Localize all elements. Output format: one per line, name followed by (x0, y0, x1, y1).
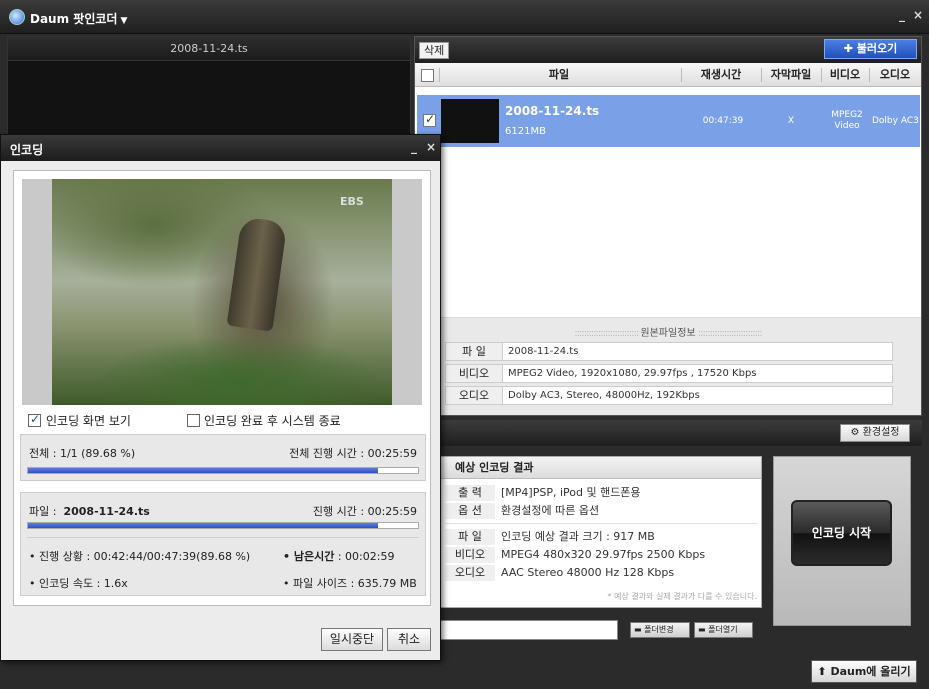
video-thumbnail (441, 99, 499, 143)
result-audio-label: 오디오 (445, 565, 495, 581)
total-progress-box: 전체 : 1/1 (89.68 %) 전체 진행 시간 : 00:25:59 (20, 434, 426, 481)
row-duration: 00:47:39 (702, 116, 744, 126)
shutdown-checkbox[interactable] (187, 414, 200, 427)
plus-icon: ✚ (843, 42, 857, 55)
encoding-dialog: 인코딩 _ × EBS 인코딩 화면 보기 인코딩 완료 후 시스템 종료 전체… (0, 134, 441, 661)
row-checkbox[interactable] (423, 112, 436, 127)
expected-result-title: 예상 인코딩 결과 (441, 457, 761, 479)
result-file-label: 파 일 (445, 529, 495, 545)
info-file-value: 2008-11-24.ts (508, 346, 579, 357)
dialog-title-bar: 인코딩 _ × (1, 135, 440, 161)
file-table-header: 파일 재생시간 자막파일 비디오 오디오 (415, 63, 921, 87)
result-video-value: MPEG4 480x320 29.97fps 2500 Kbps (501, 548, 706, 561)
source-info-title: ::::::::::::::::::::::::::: 원본파일정보 :::::… (574, 328, 763, 339)
file-progress-fill (28, 523, 378, 528)
broadcaster-watermark: EBS (340, 195, 364, 208)
app-title: Daum 팟인코더 (30, 12, 118, 26)
row-video-codec: MPEG2 (831, 110, 863, 120)
info-file-label: 파 일 (446, 343, 503, 360)
title-bar: Daum 팟인코더 ▼ _ × (0, 0, 929, 34)
change-folder-button[interactable]: ▬ 폴더변경 (630, 622, 690, 638)
close-button[interactable]: × (913, 8, 923, 22)
output-label: 출 력 (445, 485, 495, 501)
folder-icon: ▬ (634, 625, 642, 634)
file-progress-label: 파일 : 2008-11-24.ts (29, 505, 150, 518)
file-progress-bar (27, 522, 419, 529)
app-menu-button[interactable]: Daum 팟인코더 ▼ (30, 10, 127, 27)
start-panel: 인코딩 시작 (773, 456, 911, 626)
folder-icon: ▬ (698, 625, 706, 634)
option-value: 환경설정에 따른 옵션 (501, 504, 600, 517)
total-progress-bar (27, 467, 419, 474)
column-audio[interactable]: 오디오 (869, 63, 921, 87)
expected-result-box: 예상 인코딩 결과 출 력 [MP4]PSP, iPod 및 핸드폰용 옵 션 … (440, 456, 762, 608)
remaining-time: • 남은시간 : 00:02:59 (283, 550, 395, 563)
column-file[interactable]: 파일 (439, 63, 679, 87)
total-progress-fill (28, 468, 378, 473)
video-frame-image: EBS (52, 179, 392, 405)
file-progress-box: 파일 : 2008-11-24.ts 진행 시간 : 00:25:59 • 진행… (20, 492, 426, 596)
encoding-preview: EBS (22, 179, 422, 405)
upload-arrow-icon: ⬆ (817, 665, 827, 678)
dropdown-arrow-icon: ▼ (120, 16, 128, 26)
output-file-size: • 파일 사이즈 : 635.79 MB (283, 577, 417, 590)
encoding-speed: • 인코딩 속도 : 1.6x (29, 577, 128, 590)
info-video-label: 비디오 (446, 365, 503, 382)
minimize-button[interactable]: _ (899, 8, 905, 22)
dialog-minimize-button[interactable]: _ (411, 140, 417, 154)
total-progress-label: 전체 : 1/1 (89.68 %) (29, 447, 136, 460)
column-subtitle[interactable]: 자막파일 (761, 63, 821, 87)
info-row-video: 비디오 MPEG2 Video, 1920x1080, 29.97fps , 1… (445, 364, 893, 383)
row-filename: 2008-11-24.ts (505, 104, 600, 118)
info-video-value: MPEG2 Video, 1920x1080, 29.97fps , 17520… (508, 368, 757, 379)
delete-button[interactable]: 삭제 (419, 42, 450, 59)
settings-label: 환경설정 (862, 427, 900, 438)
preview-filename: 2008-11-24.ts (8, 37, 410, 61)
row-audio: Dolby AC3 (872, 116, 919, 126)
source-file-info: ::::::::::::::::::::::::::: 원본파일정보 :::::… (415, 317, 921, 415)
settings-button[interactable]: ⚙ 환경설정 (840, 424, 910, 442)
row-filesize: 6121MB (505, 126, 546, 137)
dialog-close-button[interactable]: × (426, 140, 436, 154)
column-video[interactable]: 비디오 (821, 63, 869, 87)
load-files-label: 불러오기 (856, 42, 898, 55)
settings-bar: ⚙ 환경설정 (440, 420, 922, 446)
shutdown-label: 인코딩 완료 후 시스템 종료 (204, 414, 341, 428)
file-elapsed-time: 진행 시간 : 00:25:59 (312, 505, 417, 518)
row-subtitle: X (787, 116, 795, 126)
open-folder-button[interactable]: ▬ 폴더열기 (694, 622, 753, 638)
progress-status: • 진행 상황 : 00:42:44/00:47:39(89.68 %) (29, 550, 251, 563)
info-row-file: 파 일 2008-11-24.ts (445, 342, 893, 361)
result-audio-value: AAC Stereo 48000 Hz 128 Kbps (501, 566, 675, 579)
load-files-button[interactable]: ✚ 불러오기 (824, 39, 917, 59)
table-row[interactable]: 2008-11-24.ts 6121MB 00:47:39 X MPEG2 Vi… (417, 95, 920, 147)
output-path-input[interactable] (440, 620, 618, 640)
upload-to-daum-button[interactable]: ⬆ Daum에 올리기 (811, 660, 917, 683)
cancel-button[interactable]: 취소 (387, 628, 431, 651)
info-audio-label: 오디오 (446, 387, 503, 404)
total-elapsed-time: 전체 진행 시간 : 00:25:59 (289, 447, 417, 460)
result-video-label: 비디오 (445, 547, 495, 563)
column-duration[interactable]: 재생시간 (681, 63, 761, 87)
output-value: [MP4]PSP, iPod 및 핸드폰용 (501, 486, 641, 499)
file-toolbar: 삭제 ✚ 불러오기 (415, 37, 921, 63)
show-screen-checkbox[interactable] (28, 412, 41, 427)
select-all-checkbox[interactable] (421, 69, 434, 82)
output-panel: ⚙ 환경설정 예상 인코딩 결과 출 력 [MP4]PSP, iPod 및 핸드… (440, 420, 922, 653)
pause-button[interactable]: 일시중단 (321, 628, 383, 651)
result-file-value: 인코딩 예상 결과 크기 : 917 MB (501, 530, 655, 543)
gear-icon: ⚙ (850, 427, 860, 438)
dialog-body: EBS 인코딩 화면 보기 인코딩 완료 후 시스템 종료 전체 : 1/1 (… (13, 170, 431, 606)
info-audio-value: Dolby AC3, Stereo, 48000Hz, 192Kbps (508, 390, 700, 401)
dialog-title: 인코딩 (10, 143, 44, 157)
start-encoding-button[interactable]: 인코딩 시작 (791, 500, 892, 566)
show-screen-label: 인코딩 화면 보기 (46, 414, 131, 428)
app-logo-icon (9, 9, 25, 25)
file-list-panel: 삭제 ✚ 불러오기 파일 재생시간 자막파일 비디오 오디오 2008-11-2… (414, 36, 922, 416)
info-row-audio: 오디오 Dolby AC3, Stereo, 48000Hz, 192Kbps (445, 386, 893, 405)
option-label: 옵 션 (445, 503, 495, 519)
result-note: * 예상 결과와 실제 결과가 다를 수 있습니다. (607, 592, 757, 601)
row-video-type: Video (834, 121, 860, 131)
